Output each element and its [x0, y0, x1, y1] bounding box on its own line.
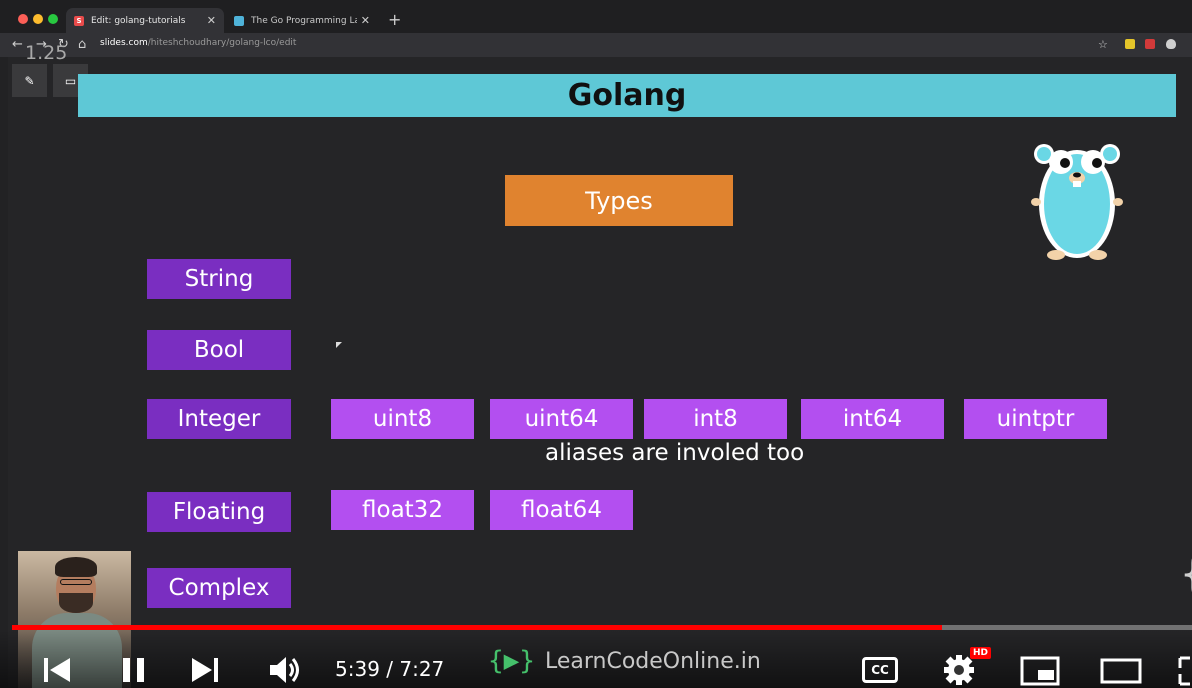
type-label: float64: [521, 497, 602, 523]
url-field[interactable]: slides.com/hiteshchoudhary/golang-lco/ed…: [100, 38, 296, 48]
mouse-cursor-icon: [336, 342, 342, 348]
slide-title-bar: Golang: [78, 74, 1176, 117]
go-icon: [234, 15, 244, 26]
monitor-icon: ▭: [64, 73, 77, 88]
slides-icon: S: [74, 15, 84, 26]
category-bool-box: Bool: [147, 330, 291, 370]
progress-bar[interactable]: [12, 625, 1192, 630]
screen: S Edit: golang-tutorials ✕ The Go Progra…: [0, 0, 1192, 688]
miniplayer-icon[interactable]: [1020, 656, 1060, 686]
home-icon[interactable]: ⌂: [78, 37, 86, 52]
types-heading-box: Types: [505, 175, 733, 226]
bookmark-star-icon[interactable]: ☆: [1098, 38, 1108, 51]
brand-text: LearnCodeOnline.in: [544, 648, 761, 674]
brace-icon: {: [1180, 548, 1192, 599]
progress-fill: [12, 625, 942, 630]
tab-title: The Go Programming Languag: [251, 15, 357, 26]
fullscreen-icon[interactable]: [1178, 656, 1192, 686]
hd-badge: HD: [970, 647, 992, 659]
pen-tool-button[interactable]: ✎: [12, 64, 47, 97]
category-label: Integer: [177, 406, 261, 432]
channel-watermark[interactable]: {▶} LearnCodeOnline.in: [488, 646, 761, 676]
integer-type-box: int64: [801, 399, 944, 439]
extension-icon[interactable]: [1125, 39, 1135, 49]
type-label: uint8: [372, 406, 433, 432]
integer-type-box: uint64: [490, 399, 633, 439]
url-path: /hiteshchoudhary/golang-lco/edit: [147, 38, 297, 48]
floating-type-box: float64: [490, 490, 633, 530]
tab-title: Edit: golang-tutorials: [91, 15, 186, 26]
next-icon[interactable]: [190, 656, 220, 684]
gopher-mascot-icon: [1031, 144, 1123, 260]
captions-button[interactable]: CC: [862, 657, 898, 683]
pause-icon[interactable]: [121, 656, 147, 684]
aliases-note: aliases are involed too: [545, 440, 805, 466]
close-window-button[interactable]: [18, 14, 28, 24]
type-label: float32: [362, 497, 443, 523]
close-icon[interactable]: ✕: [361, 14, 370, 27]
category-integer-box: Integer: [147, 399, 291, 439]
type-label: uintptr: [996, 406, 1075, 432]
presenter-beard: [59, 593, 93, 613]
minimize-window-button[interactable]: [33, 14, 43, 24]
browser-tab-bar: S Edit: golang-tutorials ✕ The Go Progra…: [0, 0, 1192, 33]
floating-type-box: float32: [331, 490, 474, 530]
shield-icon[interactable]: [1166, 39, 1176, 49]
maximize-window-button[interactable]: [48, 14, 58, 24]
type-label: uint64: [524, 406, 599, 432]
new-tab-button[interactable]: +: [388, 10, 401, 29]
types-heading: Types: [585, 186, 653, 215]
integer-type-box: uint8: [331, 399, 474, 439]
volume-icon[interactable]: [268, 655, 302, 685]
playback-speed-label: 1.25: [25, 42, 68, 64]
close-icon[interactable]: ✕: [207, 14, 216, 27]
tab-edit-golang-tutorials[interactable]: S Edit: golang-tutorials ✕: [66, 8, 224, 33]
url-host: slides.com: [100, 38, 148, 48]
type-label: int8: [693, 406, 738, 432]
previous-icon[interactable]: [42, 656, 72, 684]
cc-label: CC: [871, 663, 889, 677]
learncodeonline-logo-icon: {▶}: [488, 646, 535, 676]
type-label: int64: [842, 406, 903, 432]
category-complex-box: Complex: [147, 568, 291, 608]
integer-type-box: int8: [644, 399, 787, 439]
category-label: String: [184, 266, 254, 292]
category-label: Floating: [172, 499, 266, 525]
extension-icon[interactable]: [1145, 39, 1155, 49]
tab-go-programming-language[interactable]: The Go Programming Languag ✕: [226, 8, 378, 33]
time-display: 5:39 / 7:27: [335, 657, 445, 681]
category-floating-box: Floating: [147, 492, 291, 532]
category-label: Complex: [168, 575, 270, 601]
integer-type-box: uintptr: [964, 399, 1107, 439]
theater-mode-icon[interactable]: [1100, 656, 1142, 686]
presenter-hair: [55, 557, 97, 577]
presenter-glasses: [60, 579, 92, 585]
category-string-box: String: [147, 259, 291, 299]
back-arrow-icon[interactable]: ←: [12, 37, 23, 52]
slide-title: Golang: [567, 78, 687, 113]
category-label: Bool: [193, 337, 245, 363]
address-bar: ← → ↻ ⌂ slides.com/hiteshchoudhary/golan…: [0, 33, 1192, 57]
pen-icon: ✎: [24, 73, 35, 88]
